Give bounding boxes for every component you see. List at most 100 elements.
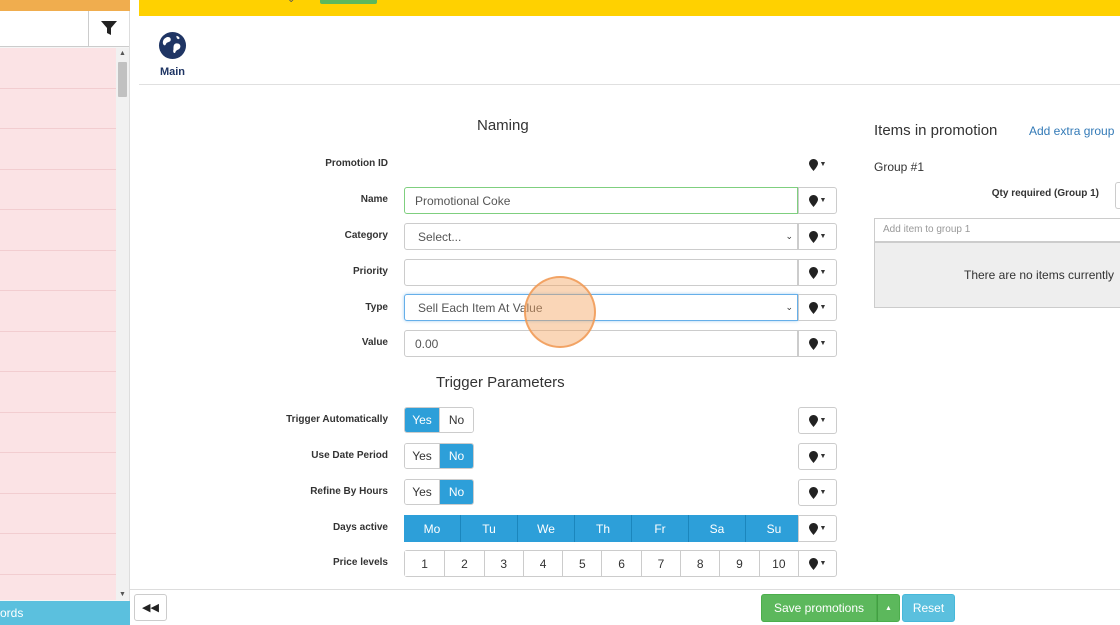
filter-button[interactable] (88, 11, 129, 47)
day-su[interactable]: Su (746, 515, 803, 542)
category-label: Category (344, 230, 388, 241)
day-mo[interactable]: Mo (404, 515, 461, 542)
price-level-1[interactable]: 1 (405, 551, 445, 576)
reset-button[interactable]: Reset (902, 594, 955, 622)
list-item[interactable] (0, 574, 116, 600)
map-pin-icon (808, 230, 818, 243)
list-item[interactable] (0, 331, 116, 372)
left-footer-bar[interactable]: ords (0, 601, 130, 625)
priority-input[interactable] (404, 259, 798, 286)
caret-down-icon: ▼ (819, 453, 827, 460)
left-panel: ▲ ▼ ords (0, 0, 130, 625)
caret-down-icon: ▼ (819, 233, 827, 240)
category-pin-button[interactable]: ▼ (798, 223, 837, 250)
footer-bar: ◀◀ Save promotions ▲ Reset (130, 589, 1120, 625)
double-chevron-left-icon: ◀◀ (142, 602, 159, 614)
list-item[interactable] (0, 88, 116, 129)
promotion-id-label: Promotion ID (325, 158, 388, 169)
value-input[interactable]: 0.00 (404, 330, 798, 357)
name-input[interactable]: Promotional Coke (404, 187, 798, 214)
left-top-bar (0, 0, 130, 11)
price-levels-pin-button[interactable]: ▼ (798, 550, 837, 577)
add-extra-group-link[interactable]: Add extra group (1029, 124, 1114, 138)
price-level-7[interactable]: 7 (640, 551, 681, 576)
chevron-down-icon[interactable]: ⌄ (287, 0, 295, 5)
price-level-2[interactable]: 2 (444, 551, 484, 576)
days-active-pin-button[interactable]: ▼ (798, 515, 837, 542)
price-level-10[interactable]: 10 (758, 551, 798, 576)
map-pin-icon (808, 158, 818, 171)
priority-label: Priority (352, 266, 388, 277)
day-we[interactable]: We (518, 515, 575, 542)
category-select[interactable]: Select... ⌄ (404, 223, 798, 250)
priority-pin-button[interactable]: ▼ (798, 259, 837, 286)
filter-icon (101, 21, 117, 35)
globe-icon (158, 31, 187, 60)
list-item[interactable] (0, 48, 116, 89)
name-pin-button[interactable]: ▼ (798, 187, 837, 214)
day-tu[interactable]: Tu (461, 515, 518, 542)
use-date-period-toggle: Yes No (404, 443, 474, 469)
trigger-section-title: Trigger Parameters (436, 374, 565, 391)
trigger-automatically-yes[interactable]: Yes (405, 408, 439, 432)
scroll-down-arrow-icon[interactable]: ▼ (119, 591, 126, 598)
map-pin-icon (808, 486, 818, 499)
type-pin-button[interactable]: ▼ (798, 294, 837, 321)
list-item[interactable] (0, 291, 116, 332)
refine-by-hours-yes[interactable]: Yes (405, 480, 439, 504)
list-item[interactable] (0, 210, 116, 251)
refine-by-hours-no[interactable]: No (439, 480, 473, 504)
value-pin-button[interactable]: ▼ (798, 330, 837, 357)
chevron-down-icon: ⌄ (785, 231, 793, 241)
map-pin-icon (808, 522, 818, 535)
trigger-automatically-pin-button[interactable]: ▼ (798, 407, 837, 434)
collapse-panel-button[interactable]: ◀◀ (134, 594, 167, 621)
scroll-thumb[interactable] (118, 62, 127, 97)
list-item[interactable] (0, 534, 116, 575)
caret-up-icon: ▲ (885, 604, 892, 612)
price-level-6[interactable]: 6 (601, 551, 641, 576)
price-level-3[interactable]: 3 (483, 551, 523, 576)
type-select[interactable]: Sell Each Item At Value ⌄ (404, 294, 798, 321)
list-item[interactable] (0, 169, 116, 210)
list-item[interactable] (0, 453, 116, 494)
days-active-label: Days active (332, 522, 388, 533)
group-title: Group #1 (874, 160, 925, 174)
list-item[interactable] (0, 250, 116, 291)
caret-down-icon: ▼ (819, 197, 827, 204)
refine-by-hours-toggle: Yes No (404, 479, 474, 505)
use-date-period-label: Use Date Period (311, 450, 388, 461)
chevron-down-icon: ⌄ (785, 302, 793, 312)
promotion-id-pin-button[interactable]: ▼ (798, 151, 837, 178)
save-options-caret-button[interactable]: ▲ (877, 594, 900, 622)
top-toolbar: ⌄ (139, 0, 1120, 16)
price-level-4[interactable]: 4 (522, 551, 563, 576)
price-level-5[interactable]: 5 (562, 551, 602, 576)
refine-by-hours-pin-button[interactable]: ▼ (798, 479, 837, 506)
price-level-8[interactable]: 8 (680, 551, 720, 576)
list-item[interactable] (0, 372, 116, 413)
caret-down-icon: ▼ (819, 161, 827, 168)
day-sa[interactable]: Sa (689, 515, 746, 542)
scroll-up-arrow-icon[interactable]: ▲ (119, 50, 126, 57)
left-search-field[interactable] (0, 11, 88, 47)
map-pin-icon (808, 557, 818, 570)
tab-main[interactable]: Main (150, 30, 195, 80)
caret-down-icon: ▼ (819, 417, 827, 424)
list-item[interactable] (0, 493, 116, 534)
left-scrollbar[interactable]: ▲ ▼ (116, 48, 129, 600)
day-fr[interactable]: Fr (632, 515, 689, 542)
add-item-input[interactable]: Add item to group 1 (874, 218, 1120, 242)
left-footer-text: ords (0, 606, 24, 620)
top-green-button[interactable] (320, 0, 377, 4)
list-item[interactable] (0, 412, 116, 453)
use-date-period-no[interactable]: No (439, 444, 473, 468)
use-date-period-pin-button[interactable]: ▼ (798, 443, 837, 470)
use-date-period-yes[interactable]: Yes (405, 444, 439, 468)
list-item[interactable] (0, 129, 116, 170)
save-promotions-button[interactable]: Save promotions (761, 594, 877, 622)
trigger-automatically-no[interactable]: No (439, 408, 473, 432)
qty-required-input[interactable] (1115, 182, 1120, 209)
day-th[interactable]: Th (575, 515, 632, 542)
price-level-9[interactable]: 9 (719, 551, 759, 576)
